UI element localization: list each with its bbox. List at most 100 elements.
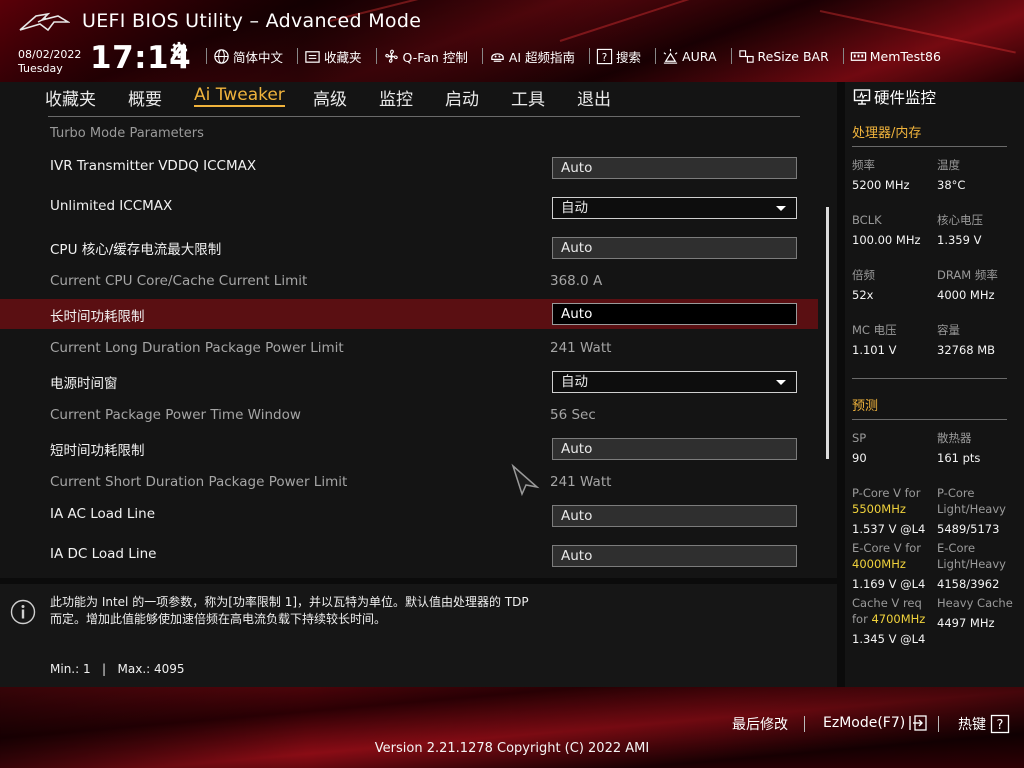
unlimited-iccmax-value: 自动: [561, 200, 588, 216]
hw-key-heavy-cache: Heavy Cache: [937, 596, 1013, 610]
tab-boot[interactable]: 启动: [445, 85, 479, 110]
cpu-current-limit-input[interactable]: Auto: [552, 237, 797, 259]
setting-label-ivr-vddq-iccmax: IVR Transmitter VDDQ ICCMAX: [50, 158, 257, 174]
svg-text:?: ?: [997, 718, 1004, 733]
hw-value-capacity: 32768 MB: [937, 343, 996, 357]
hw-key-cache-for-text: for: [852, 612, 868, 626]
power-time-window-select[interactable]: 自动: [552, 371, 797, 393]
version-text: Version 2.21.1278 Copyright (C) 2022 AMI: [374, 741, 650, 756]
hw-value-temperature: 38°C: [937, 178, 966, 192]
hardware-monitor-title-text: 硬件监控: [874, 89, 937, 107]
hw-key-ecore-v-for: E-Core V for: [852, 541, 922, 555]
toolbar-divider: [375, 48, 377, 64]
day-text: Tuesday: [18, 62, 63, 75]
hw-key-pcore-light-heavy: Light/Heavy: [937, 502, 1006, 516]
help-text: 此功能为 Intel 的一项参数，称为[功率限制 1]，并以瓦特为单位。默认值由…: [50, 594, 590, 628]
ai-oc-guide-label: AI 超频指南: [508, 49, 576, 65]
short-duration-power-limit-input[interactable]: Auto: [552, 438, 797, 460]
aura-button[interactable]: AURA: [662, 48, 717, 65]
tab-advanced[interactable]: 高级: [313, 85, 347, 110]
hw-key-dram-frequency: DRAM 频率: [937, 268, 998, 282]
tabs-divider: [48, 116, 800, 117]
qfan-label: Q-Fan 控制: [402, 49, 468, 65]
hw-value-bclk: 100.00 MHz: [852, 233, 921, 247]
resize-bar-label: ReSize BAR: [757, 48, 829, 64]
tab-tool[interactable]: 工具: [511, 85, 545, 110]
mouse-cursor-icon: [511, 463, 540, 497]
help-text-line-2: 而定。增加此值能够使加速倍频在高电流负载下持续较长时间。: [50, 612, 387, 626]
power-time-window-value: 自动: [561, 374, 588, 390]
hw-value-cache-voltage: 1.345 V @L4: [852, 632, 926, 646]
hotkeys-button[interactable]: 热键 ?: [958, 714, 1010, 734]
tab-monitor[interactable]: 监控: [379, 85, 413, 110]
toolbar-divider: [589, 48, 591, 64]
hw-value-pcore-freq: 5500MHz: [852, 502, 906, 516]
footer-bar: 最后修改 EzMode(F7) 热键 ? Version 2.21.1278 C…: [0, 687, 1024, 768]
hw-key-ecore-light-heavy: Light/Heavy: [937, 557, 1006, 571]
chevron-down-icon: [776, 380, 786, 385]
setting-label-short-duration-power-limit: 短时间功耗限制: [50, 443, 145, 459]
hw-key-temperature: 温度: [937, 158, 960, 172]
hw-key-bclk: BCLK: [852, 213, 882, 227]
toolbar-divider: [297, 48, 299, 64]
last-modified-label: 最后修改: [732, 717, 788, 733]
hw-value-pcore-voltage: 1.537 V @L4: [852, 522, 926, 536]
favorites-folder-icon: [305, 50, 320, 63]
footer-divider: [804, 716, 805, 732]
setting-label-cpu-current-limit: CPU 核心/缓存电流最大限制: [50, 242, 222, 258]
unlimited-iccmax-select[interactable]: 自动: [552, 197, 797, 219]
hw-key-capacity: 容量: [937, 323, 960, 337]
hw-value-mc-voltage: 1.101 V: [852, 343, 897, 357]
ezmode-button[interactable]: EzMode(F7): [823, 714, 928, 732]
tab-ai-tweaker-label: Ai Tweaker: [194, 85, 285, 105]
tab-exit[interactable]: 退出: [577, 85, 611, 110]
aura-label: AURA: [682, 48, 717, 64]
ia-ac-load-line-input[interactable]: Auto: [552, 505, 797, 527]
resize-bar-button[interactable]: ReSize BAR: [738, 48, 829, 65]
ai-chip-icon: [491, 52, 504, 62]
setting-label-ia-ac-load-line: IA AC Load Line: [50, 506, 156, 522]
hw-key-cooler: 散热器: [937, 431, 972, 445]
setting-label-power-time-window: 电源时间窗: [50, 376, 118, 392]
ai-oc-guide-button[interactable]: AI 超频指南: [489, 47, 575, 66]
memtest-button[interactable]: MemTest86: [850, 48, 941, 65]
prediction-section-title: 预测: [852, 399, 879, 414]
setting-label-long-duration-power-limit: 长时间功耗限制: [50, 309, 145, 325]
toolbar-divider: [655, 48, 657, 64]
search-button[interactable]: ? 搜索: [596, 47, 641, 66]
tab-favorites[interactable]: 收藏夹: [45, 85, 96, 110]
long-duration-power-limit-input[interactable]: Auto: [552, 303, 797, 325]
gear-icon[interactable]: [170, 41, 188, 59]
tab-main[interactable]: 概要: [128, 85, 162, 110]
ia-dc-load-line-input[interactable]: Auto: [552, 545, 797, 567]
svg-text:?: ?: [602, 51, 608, 63]
hw-key-cache-for: for 4700MHz: [852, 612, 925, 627]
menu-tabs: 收藏夹 概要 Ai Tweaker 高级 监控 启动 工具 退出: [0, 82, 837, 112]
info-value-current-cpu-current-limit: 368.0 A: [550, 273, 603, 289]
cpu-memory-section-title: 处理器/内存: [852, 126, 922, 141]
toolbar-divider: [842, 48, 844, 64]
fan-icon: [384, 49, 398, 63]
help-description-box: 此功能为 Intel 的一项参数，称为[功率限制 1]，并以瓦特为单位。默认值由…: [0, 584, 837, 687]
info-label-long-duration-power-limit: Current Long Duration Package Power Limi…: [50, 340, 344, 356]
tab-ai-tweaker[interactable]: Ai Tweaker: [194, 85, 285, 107]
last-modified-button[interactable]: 最后修改: [732, 714, 788, 734]
language-button[interactable]: 简体中文: [213, 47, 283, 66]
info-label-short-duration-power-limit: Current Short Duration Package Power Lim…: [50, 474, 348, 490]
section-label: Turbo Mode Parameters: [50, 126, 204, 141]
info-value-short-duration-power-limit: 241 Watt: [550, 474, 612, 490]
favorites-button[interactable]: 收藏夹: [304, 47, 362, 66]
top-toolbar: 简体中文 收藏夹 Q-Fan 控制 AI 超频指南 ? 搜索 AURA ReSi…: [200, 45, 949, 67]
qfan-button[interactable]: Q-Fan 控制: [383, 47, 468, 66]
toolbar-divider: [481, 48, 483, 64]
info-label-package-power-time-window: Current Package Power Time Window: [50, 407, 301, 423]
hw-key-cache-v-req: Cache V req: [852, 596, 922, 610]
hw-value-pcore-light-heavy: 5489/5173: [937, 522, 1000, 536]
scrollbar-thumb[interactable]: [826, 207, 829, 459]
date-text: 08/02/2022: [18, 48, 82, 61]
ivr-vddq-iccmax-input[interactable]: Auto: [552, 157, 797, 179]
settings-panel: 收藏夹 概要 Ai Tweaker 高级 监控 启动 工具 退出 Turbo M…: [0, 82, 837, 578]
section-divider: [852, 419, 1007, 420]
memory-icon: [850, 51, 866, 61]
toolbar-divider: [206, 48, 207, 64]
